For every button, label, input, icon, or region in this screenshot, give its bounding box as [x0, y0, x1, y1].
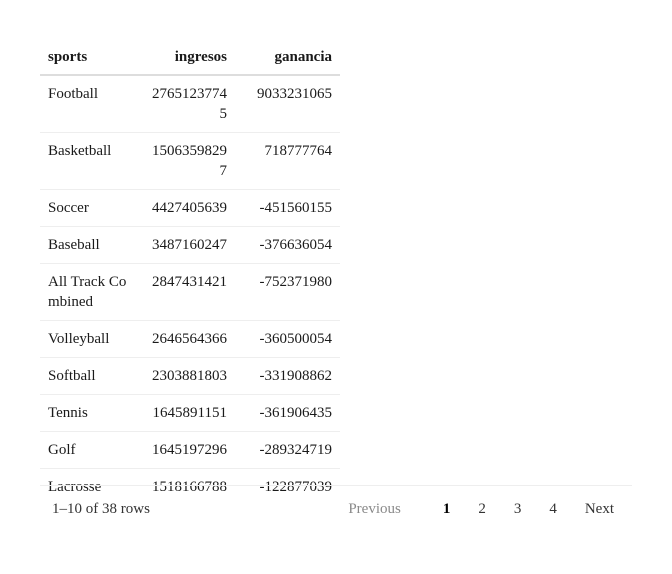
pagination-bar: 1–10 of 38 rows Previous 1 2 3 4 Next	[40, 485, 632, 536]
cell-ingresos: 2646564366	[138, 320, 235, 358]
data-table: sports ingresos ganancia Football 276512…	[40, 40, 340, 505]
cell-sport: All Track Combined	[40, 263, 138, 321]
table-row: Basketball 15063598297 718777764	[40, 132, 340, 190]
page-button-1[interactable]: 1	[443, 501, 451, 518]
table-row: Tennis 1645891151 -361906435	[40, 394, 340, 432]
pagination-controls: Previous 1 2 3 4 Next	[348, 501, 614, 518]
cell-ganancia: -361906435	[235, 394, 340, 432]
page-button-3[interactable]: 3	[514, 501, 522, 518]
table-row: Football 27651237745 9033231065	[40, 75, 340, 133]
cell-ingresos: 3487160247	[138, 226, 235, 264]
table-row: Golf 1645197296 -289324719	[40, 431, 340, 469]
cell-sport: Football	[40, 75, 138, 133]
cell-sport: Basketball	[40, 132, 138, 190]
table-row: All Track Combined 2847431421 -752371980	[40, 263, 340, 321]
cell-sport: Baseball	[40, 226, 138, 264]
cell-sport: Softball	[40, 357, 138, 395]
cell-ingresos: 1645891151	[138, 394, 235, 432]
column-header-sports[interactable]: sports	[40, 40, 138, 76]
cell-sport: Golf	[40, 431, 138, 469]
cell-sport: Soccer	[40, 189, 138, 227]
table-row: Softball 2303881803 -331908862	[40, 357, 340, 395]
cell-ingresos: 2303881803	[138, 357, 235, 395]
table-header: sports ingresos ganancia	[40, 40, 340, 76]
page-button-4[interactable]: 4	[549, 501, 557, 518]
table-row: Baseball 3487160247 -376636054	[40, 226, 340, 264]
cell-ingresos: 1645197296	[138, 431, 235, 469]
page-button-2[interactable]: 2	[478, 501, 486, 518]
header-row: sports ingresos ganancia	[40, 40, 340, 76]
cell-ganancia: 9033231065	[235, 75, 340, 133]
table-body: Football 27651237745 9033231065 Basketba…	[40, 75, 340, 505]
table-row: Soccer 4427405639 -451560155	[40, 189, 340, 227]
next-page-button[interactable]: Next	[585, 501, 614, 518]
cell-sport: Tennis	[40, 394, 138, 432]
column-header-ganancia[interactable]: ganancia	[235, 40, 340, 76]
cell-ganancia: -289324719	[235, 431, 340, 469]
pagination-info: 1–10 of 38 rows	[52, 501, 150, 517]
cell-ingresos: 15063598297	[138, 132, 235, 190]
previous-page-button[interactable]: Previous	[348, 501, 401, 518]
cell-sport: Volleyball	[40, 320, 138, 358]
cell-ingresos: 27651237745	[138, 75, 235, 133]
column-header-ingresos[interactable]: ingresos	[138, 40, 235, 76]
cell-ganancia: 718777764	[235, 132, 340, 190]
cell-ganancia: -376636054	[235, 226, 340, 264]
table-row: Volleyball 2646564366 -360500054	[40, 320, 340, 358]
cell-ingresos: 2847431421	[138, 263, 235, 321]
cell-ganancia: -331908862	[235, 357, 340, 395]
data-table-container: sports ingresos ganancia Football 276512…	[40, 40, 340, 505]
cell-ingresos: 4427405639	[138, 189, 235, 227]
cell-ganancia: -752371980	[235, 263, 340, 321]
cell-ganancia: -360500054	[235, 320, 340, 358]
cell-ganancia: -451560155	[235, 189, 340, 227]
